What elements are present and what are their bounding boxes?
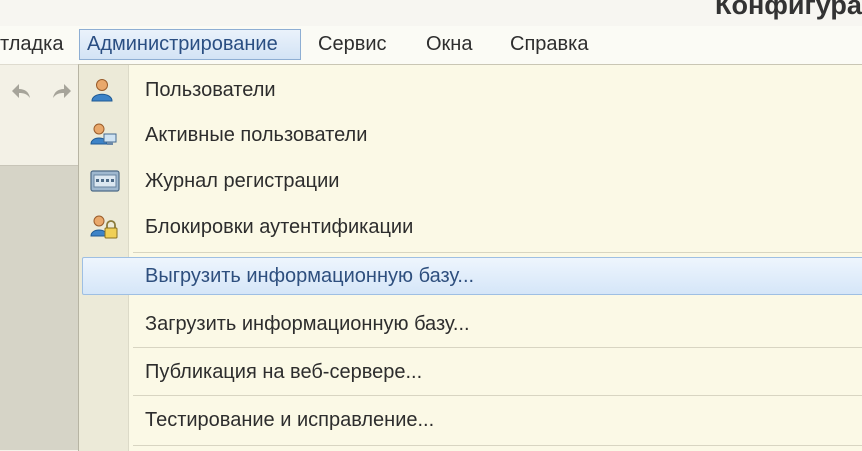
- active-users-icon: [90, 122, 118, 148]
- toolbar: [0, 65, 80, 166]
- title-bar: Конфигура: [0, 0, 862, 27]
- left-pane: [0, 166, 78, 450]
- log-journal-icon: [90, 168, 120, 194]
- menu-service[interactable]: Сервис: [311, 29, 394, 60]
- user-lock-icon: [90, 214, 118, 240]
- menu-debug[interactable]: тладка: [0, 29, 71, 60]
- menu-item-label: Блокировки аутентификации: [145, 216, 414, 238]
- menu-item-label: Загрузить информационную базу...: [145, 313, 470, 335]
- menu-item-label: Активные пользователи: [145, 124, 368, 146]
- menu-item-test-repair[interactable]: Тестирование и исправление...: [79, 398, 862, 442]
- menu-item-label: Пользователи: [145, 79, 276, 101]
- menu-item-log-journal[interactable]: Журнал регистрации: [79, 159, 862, 203]
- menu-item-export-infobase[interactable]: Выгрузить информационную базу...: [79, 256, 862, 300]
- menu-item-label: Журнал регистрации: [145, 170, 340, 192]
- menu-item-label: Выгрузить информационную базу...: [145, 265, 475, 287]
- menu-item-active-users[interactable]: Активные пользователи: [79, 113, 862, 157]
- administration-dropdown: Пользователи Активные пользователи Журна: [78, 64, 862, 451]
- menu-item-users[interactable]: Пользователи: [79, 68, 862, 112]
- menu-item-web-publish[interactable]: Публикация на веб-сервере...: [79, 350, 862, 394]
- menu-item-label: Тестирование и исправление...: [145, 409, 435, 431]
- user-icon: [90, 77, 118, 103]
- menu-separator: [133, 252, 862, 253]
- menu-item-import-infobase[interactable]: Загрузить информационную базу...: [79, 302, 862, 346]
- arrow-back-icon[interactable]: [9, 81, 33, 101]
- menu-item-auth-locks[interactable]: Блокировки аутентификации: [79, 205, 862, 249]
- menu-separator: [133, 445, 862, 446]
- menu-item-label: Публикация на веб-сервере...: [145, 361, 423, 383]
- menu-administration[interactable]: Администрирование: [79, 29, 301, 60]
- menu-bar: тладка Администрирование Сервис Окна Спр…: [0, 26, 862, 65]
- menu-windows[interactable]: Окна: [419, 29, 479, 60]
- menu-separator: [133, 395, 862, 396]
- menu-help[interactable]: Справка: [503, 29, 595, 60]
- arrow-forward-icon[interactable]: [50, 81, 74, 101]
- menu-separator: [133, 347, 862, 348]
- window-title: Конфигура: [715, 0, 862, 20]
